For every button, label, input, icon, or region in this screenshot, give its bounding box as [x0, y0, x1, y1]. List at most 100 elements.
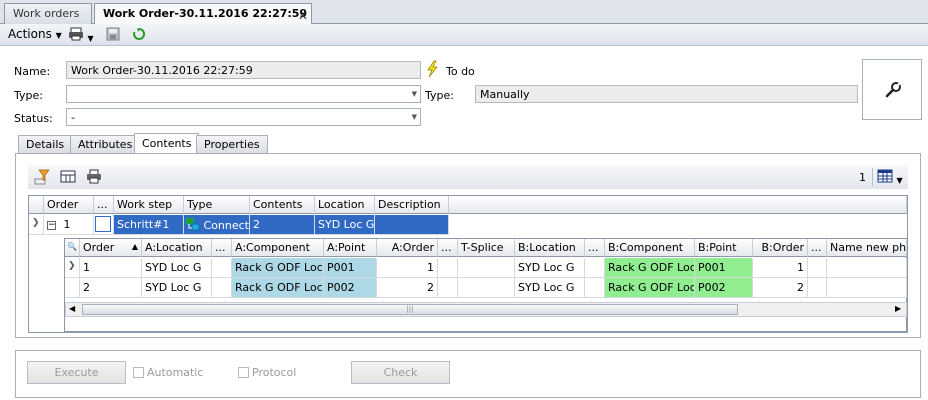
cell-b-component[interactable]: Rack G ODF LocF: [605, 258, 695, 278]
row-more-cell[interactable]: [94, 215, 114, 235]
collapse-icon[interactable]: −: [47, 220, 56, 230]
column-header-location[interactable]: Location: [315, 196, 375, 214]
cell-a-point[interactable]: P002: [324, 278, 377, 298]
tab-contents[interactable]: Contents: [134, 133, 200, 154]
column-header-more[interactable]: ...: [212, 239, 232, 257]
column-header-type[interactable]: Type: [184, 196, 250, 214]
filter-icon[interactable]: [34, 169, 50, 185]
cell-name-new-phys[interactable]: [827, 278, 907, 298]
scrollbar-thumb[interactable]: |||: [82, 304, 738, 315]
row-description[interactable]: [375, 215, 449, 235]
record-count: 1: [859, 171, 866, 184]
cell-a-location[interactable]: SYD Loc G: [142, 278, 212, 298]
column-header-more[interactable]: ...: [808, 239, 827, 257]
cell-a-point[interactable]: P001: [324, 258, 377, 278]
scroll-right-icon[interactable]: ▶: [895, 304, 901, 313]
horizontal-scrollbar[interactable]: ◀ ||| ▶: [65, 302, 907, 317]
check-button[interactable]: Check: [351, 361, 450, 384]
cell-a-order[interactable]: 1: [377, 258, 438, 278]
column-header-a-order[interactable]: A:Order: [377, 239, 438, 257]
tab-properties[interactable]: Properties: [196, 135, 268, 153]
column-header-b-location[interactable]: B:Location: [515, 239, 585, 257]
column-header-order[interactable]: Order: [44, 196, 94, 214]
cell-a-location[interactable]: SYD Loc G: [142, 258, 212, 278]
cell-more[interactable]: [808, 258, 827, 278]
columns-icon[interactable]: [60, 170, 76, 184]
type-dropdown[interactable]: ▼: [66, 85, 421, 103]
cell-a-component[interactable]: Rack G ODF LocH: [232, 258, 324, 278]
cell-a-order[interactable]: 2: [377, 278, 438, 298]
status-dropdown[interactable]: - ▼: [66, 108, 421, 126]
search-icon[interactable]: 🔍: [65, 239, 80, 257]
cell-more[interactable]: [585, 258, 605, 278]
tab-attributes[interactable]: Attributes: [70, 135, 141, 153]
tab-label: Details: [26, 138, 65, 151]
row-type[interactable]: Connect: [184, 215, 250, 235]
table-row[interactable]: 1: [80, 258, 142, 278]
row-contents[interactable]: 2: [250, 215, 315, 235]
row-work-step[interactable]: Schritt#1: [114, 215, 184, 235]
row-indicator[interactable]: [65, 278, 80, 298]
cell-b-order[interactable]: 1: [753, 258, 808, 278]
column-header-more[interactable]: ...: [438, 239, 458, 257]
close-icon[interactable]: ✕: [298, 9, 308, 23]
column-header-b-order[interactable]: B:Order: [753, 239, 808, 257]
automatic-checkbox[interactable]: [133, 367, 144, 378]
table-icon: [877, 169, 893, 183]
separator: [872, 168, 873, 186]
print-button[interactable]: ▼: [68, 27, 94, 44]
save-button[interactable]: [106, 27, 120, 44]
column-header-b-component[interactable]: B:Component: [605, 239, 695, 257]
cell-more[interactable]: [808, 278, 827, 298]
column-header-order[interactable]: Order ▲: [80, 239, 142, 257]
column-header-a-location[interactable]: A:Location: [142, 239, 212, 257]
name-field[interactable]: Work Order-30.11.2016 22:27:59: [66, 61, 421, 79]
cell-a-component[interactable]: Rack G ODF LocH: [232, 278, 324, 298]
row-location[interactable]: SYD Loc G: [315, 215, 375, 235]
column-header-a-point[interactable]: A:Point: [324, 239, 377, 257]
scroll-left-icon[interactable]: ◀: [69, 304, 75, 313]
connect-icon: [185, 217, 200, 231]
row-indicator-icon[interactable]: ❯: [65, 258, 80, 278]
cell-more[interactable]: [585, 278, 605, 298]
column-header-description[interactable]: Description: [375, 196, 449, 214]
column-header-t-splice[interactable]: T-Splice: [458, 239, 515, 257]
row-indicator-icon[interactable]: ❯: [29, 215, 44, 235]
execute-button[interactable]: Execute: [27, 361, 126, 384]
protocol-checkbox[interactable]: [238, 367, 249, 378]
layout-menu-button[interactable]: ▼: [877, 169, 903, 186]
tab-details[interactable]: Details: [18, 135, 73, 153]
cell-more[interactable]: [212, 278, 232, 298]
column-header-more[interactable]: ...: [94, 196, 114, 214]
column-header-b-point[interactable]: B:Point: [695, 239, 753, 257]
cell-b-location[interactable]: SYD Loc G: [515, 258, 585, 278]
cell-b-point[interactable]: P001: [695, 258, 753, 278]
printer-icon[interactable]: [86, 169, 102, 184]
cell-more[interactable]: [212, 258, 232, 278]
column-header-name-new-phys[interactable]: Name new phys: [827, 239, 907, 257]
refresh-button[interactable]: [132, 27, 146, 44]
cell-t-splice[interactable]: [458, 258, 515, 278]
cell-b-component[interactable]: Rack G ODF LocF: [605, 278, 695, 298]
tools-button[interactable]: [862, 59, 922, 120]
row-checkbox[interactable]: [95, 216, 111, 232]
cell-b-location[interactable]: SYD Loc G: [515, 278, 585, 298]
cell-b-order[interactable]: 2: [753, 278, 808, 298]
status-label: Status:: [14, 112, 53, 125]
table-row[interactable]: − 1: [44, 215, 94, 235]
column-header-more[interactable]: ...: [585, 239, 605, 257]
protocol-label: Protocol: [252, 366, 297, 379]
tab-work-order-detail[interactable]: Work Order-30.11.2016 22:27:59 ✕: [94, 3, 312, 25]
tab-work-orders[interactable]: Work orders: [4, 3, 92, 24]
actions-menu-button[interactable]: Actions ▼: [8, 27, 62, 41]
type2-field[interactable]: Manually: [475, 85, 858, 103]
column-header-work-step[interactable]: Work step: [114, 196, 184, 214]
table-row[interactable]: 2: [80, 278, 142, 298]
cell-t-splice[interactable]: [458, 278, 515, 298]
column-header-contents[interactable]: Contents: [250, 196, 315, 214]
cell-b-point[interactable]: P002: [695, 278, 753, 298]
cell-name-new-phys[interactable]: [827, 258, 907, 278]
cell-more[interactable]: [438, 258, 458, 278]
cell-more[interactable]: [438, 278, 458, 298]
column-header-a-component[interactable]: A:Component: [232, 239, 324, 257]
